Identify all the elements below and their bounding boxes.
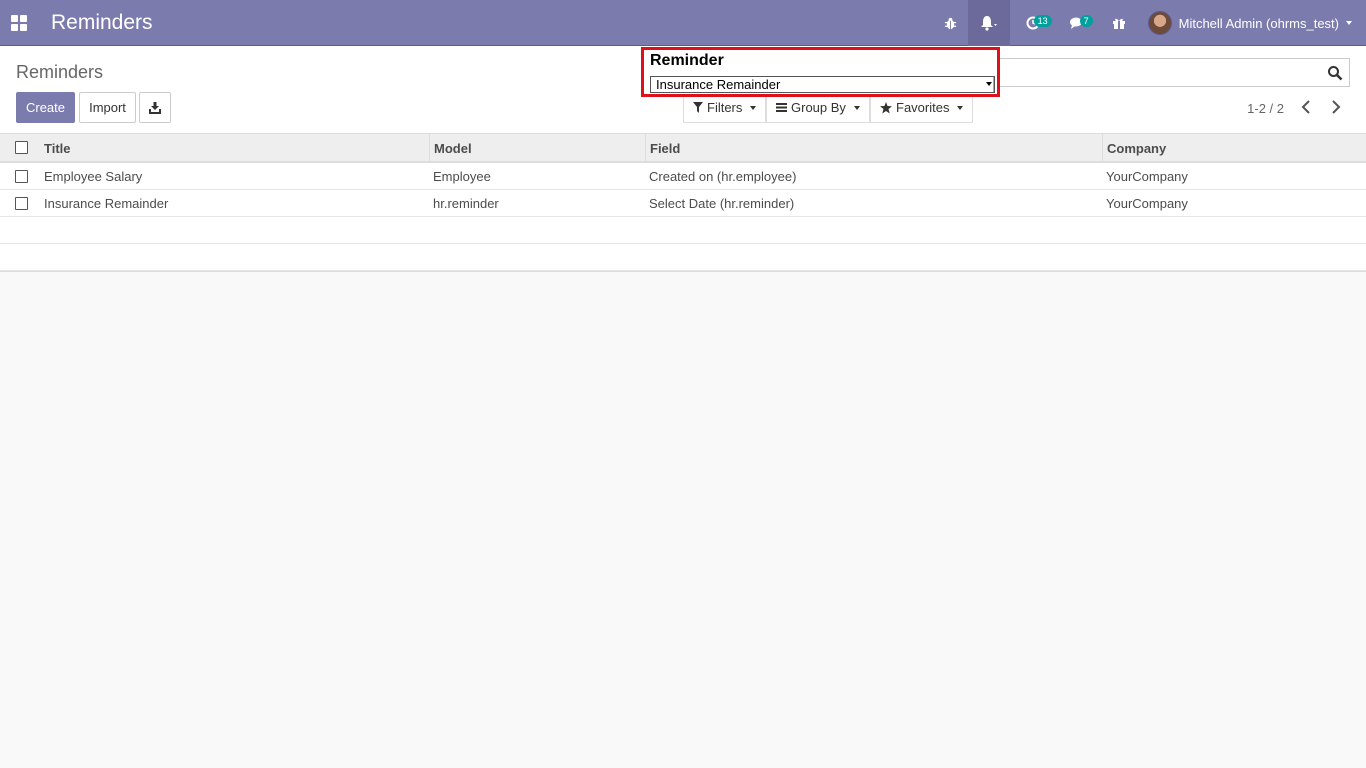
row-checkbox[interactable] [15,170,28,183]
column-header-company[interactable]: Company [1102,134,1166,163]
search-icon[interactable] [1327,65,1343,81]
activity-count-badge: 13 [1033,15,1052,27]
bars-icon [776,103,787,112]
column-header-field[interactable]: Field [645,134,680,163]
cell-company: YourCompany [1106,196,1188,211]
row-checkbox[interactable] [15,197,28,210]
activity-clock-icon[interactable]: 13 [1010,0,1056,46]
search-input[interactable] [998,58,1350,87]
debug-bug-icon[interactable] [934,0,968,46]
chevron-right-icon[interactable] [1326,97,1344,117]
user-menu[interactable]: Mitchell Admin (ohrms_test) [1138,0,1366,46]
import-button[interactable]: Import [79,92,136,123]
pager-value[interactable]: 1-2 / 2 [1247,101,1284,116]
cell-model: hr.reminder [433,196,499,211]
caret-down-icon [957,105,964,110]
app-title: Reminders [51,11,153,34]
star-icon [880,101,892,114]
cell-field: Select Date (hr.reminder) [649,196,795,211]
cell-company: YourCompany [1106,169,1188,184]
breadcrumb: Reminders [16,62,104,82]
user-avatar [1147,11,1172,35]
download-icon [149,101,161,114]
chat-count-badge: 7 [1079,15,1093,27]
empty-row [0,217,1366,244]
download-button[interactable] [139,92,171,123]
empty-row [0,244,1366,271]
cell-title: Employee Salary [44,169,143,184]
caret-down-icon [750,105,757,110]
select-divider [993,77,994,92]
table-row[interactable]: Employee Salary Employee Created on (hr.… [0,163,1366,190]
cell-model: Employee [433,169,491,184]
create-button[interactable]: Create [16,92,75,123]
chat-bubbles-icon[interactable]: 7 [1056,0,1100,46]
cell-field: Created on (hr.employee) [649,169,797,184]
filters-label: Filters [707,100,743,115]
column-header-title[interactable]: Title [40,134,71,163]
groupby-label: Group By [791,100,846,115]
caret-down-icon [1346,21,1352,25]
popup-title: Reminder [650,52,724,69]
favorites-label: Favorites [896,100,950,115]
reminder-select[interactable]: Insurance Remainder [650,76,995,93]
caret-down-icon [853,105,860,110]
select-all-checkbox[interactable] [15,141,28,154]
caret-down-icon [986,82,992,86]
reminders-table: Title Model Field Company Employee Salar… [0,134,1366,272]
apps-menu-icon[interactable] [4,0,34,46]
user-name: Mitchell Admin (ohrms_test) [1178,15,1339,31]
table-row[interactable]: Insurance Remainder hr.reminder Select D… [0,190,1366,217]
reminder-select-value: Insurance Remainder [656,77,781,92]
gift-icon[interactable] [1100,0,1138,46]
bell-icon[interactable] [967,0,1010,46]
top-navbar: Reminders 13 7 Mitchell Admin (ohrms_tes… [0,0,1366,46]
filter-icon [693,102,703,113]
chevron-left-icon[interactable] [1298,97,1316,117]
column-header-model[interactable]: Model [429,134,472,163]
systray: 13 7 Mitchell Admin (ohrms_test) [934,0,1366,46]
table-header: Title Model Field Company [0,134,1366,163]
cell-title: Insurance Remainder [44,196,169,211]
reminder-popup: Reminder Insurance Remainder [641,47,1000,97]
